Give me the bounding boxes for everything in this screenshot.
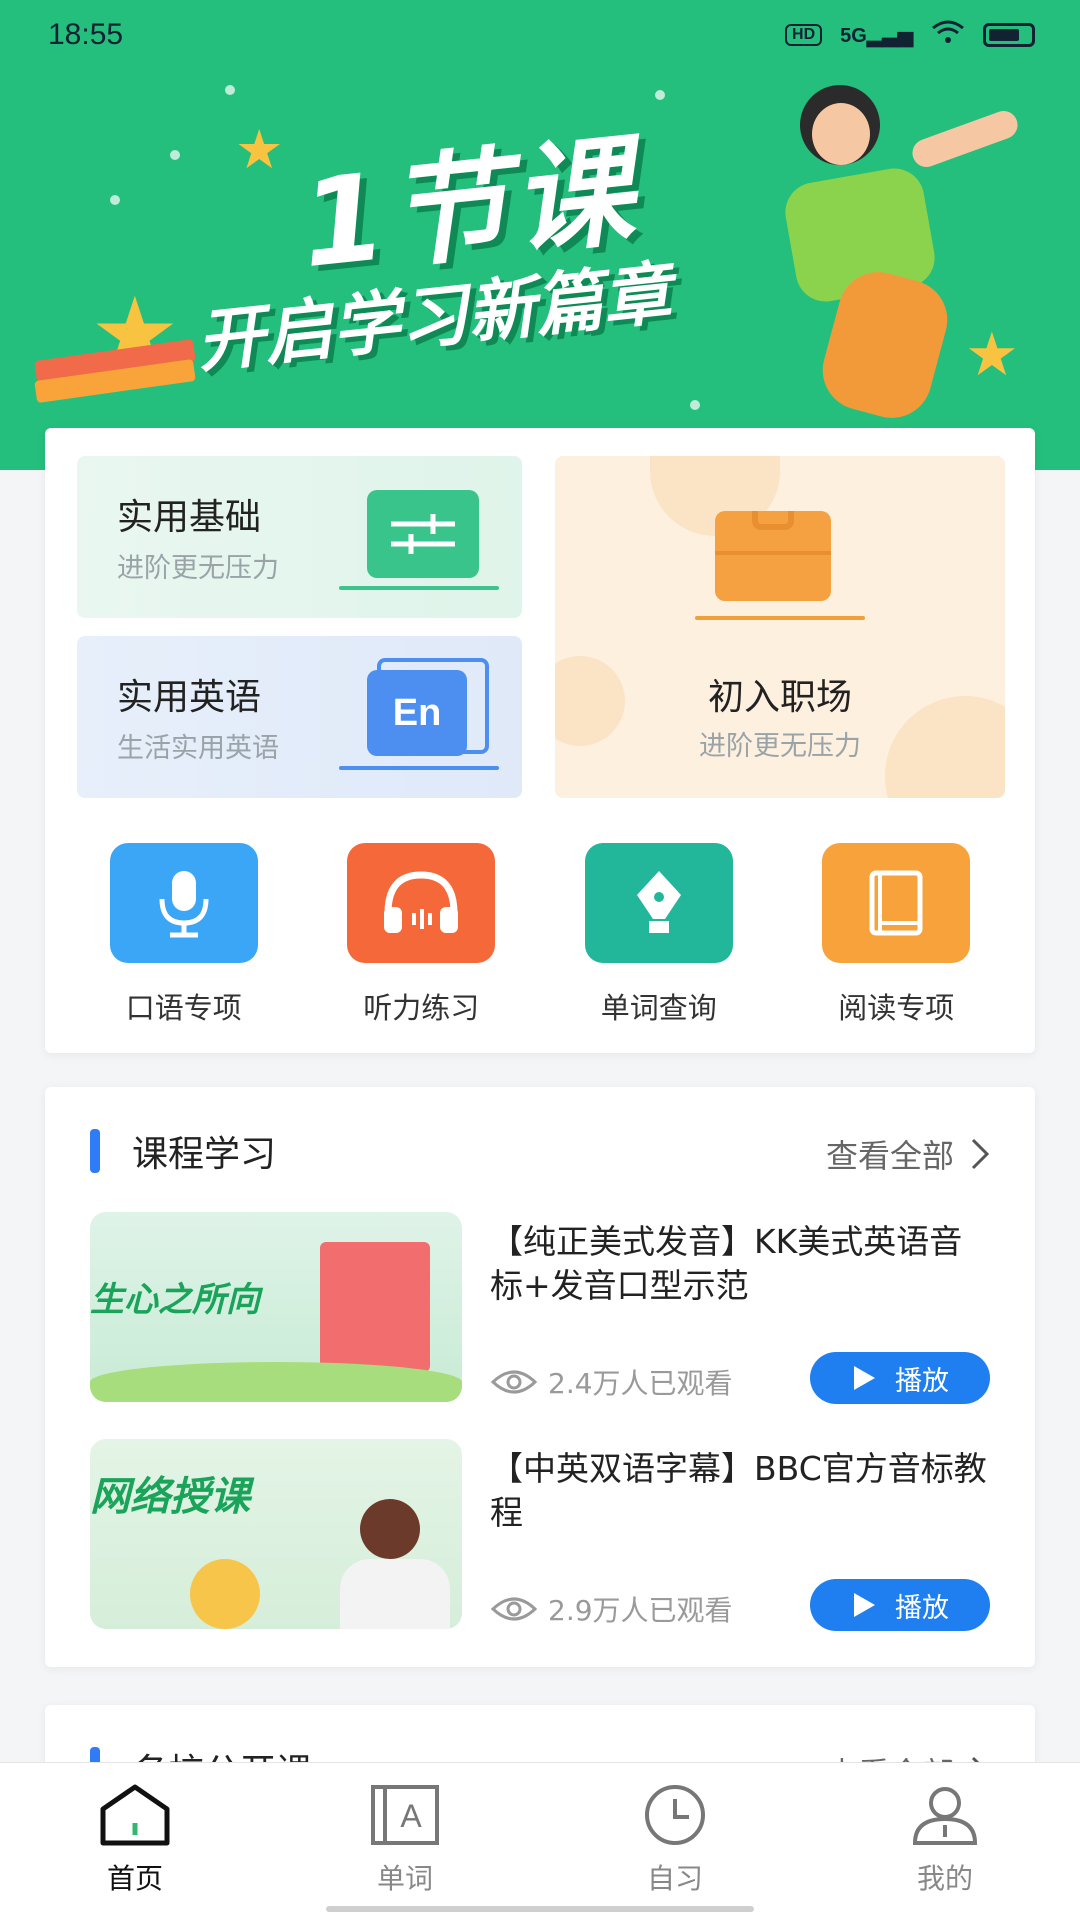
chevron-right-icon <box>971 1138 990 1170</box>
play-icon <box>854 1366 875 1390</box>
briefcase-icon <box>715 511 831 601</box>
feature-listening[interactable]: 听力练习 <box>321 843 521 1027</box>
views-count: 2.4万人已观看 <box>548 1367 733 1400</box>
bottom-nav: 首页 A 单词 自习 我的 <box>0 1762 1080 1920</box>
user-icon <box>912 1787 978 1845</box>
nav-label: 单词 <box>376 1862 433 1895</box>
category-subtitle: 进阶更无压力 <box>699 731 861 762</box>
section-header: 课程学习 <box>90 1125 276 1177</box>
views-count: 2.9万人已观看 <box>548 1594 733 1627</box>
feature-label: 口语专项 <box>125 991 242 1025</box>
books-illustration <box>34 338 196 404</box>
category-title: 初入职场 <box>707 677 852 718</box>
nav-label: 自习 <box>646 1862 703 1895</box>
feature-word-search[interactable]: 单词查询 <box>559 843 759 1027</box>
feature-row: 口语专项 听力练习 单词查询 阅读专项 <box>45 843 1035 1027</box>
home-icon <box>100 1784 170 1846</box>
category-title: 实用基础 <box>117 497 262 538</box>
course-views: 2.9万人已观看 <box>490 1589 733 1629</box>
course-thumbnail: 网络授课 <box>90 1439 462 1629</box>
book-icon <box>822 843 971 963</box>
word-book-icon: A <box>371 1785 439 1845</box>
hd-icon: HD <box>785 24 823 46</box>
status-bar: 18:55 HD 5G▂▃▅ <box>0 0 1080 70</box>
course-title: 【纯正美式发音】KK美式英语音标+发音口型示范 <box>490 1222 963 1305</box>
feature-label: 听力练习 <box>363 991 480 1025</box>
section-title: 课程学习 <box>132 1134 277 1175</box>
feature-speaking[interactable]: 口语专项 <box>84 843 284 1027</box>
home-indicator <box>326 1906 754 1912</box>
play-button[interactable]: 播放 <box>810 1579 990 1631</box>
play-button[interactable]: 播放 <box>810 1352 990 1404</box>
headphones-icon <box>347 843 496 963</box>
category-basic[interactable]: 实用基础 进阶更无压力 <box>77 456 522 618</box>
hero-banner[interactable]: 18:55 HD 5G▂▃▅ ★ ★ ★ 1节课 开启学习新篇章 <box>0 0 1080 470</box>
eye-icon <box>490 1370 538 1394</box>
view-all-label: 查看全部 <box>825 1137 954 1175</box>
course-views: 2.4万人已观看 <box>490 1362 733 1402</box>
clock-icon <box>645 1785 705 1845</box>
status-icons: HD 5G▂▃▅ <box>785 19 1035 51</box>
wifi-icon <box>931 19 965 51</box>
category-english[interactable]: 实用英语 生活实用英语 En <box>77 636 522 798</box>
category-subtitle: 生活实用英语 <box>117 733 279 764</box>
en-icon: En <box>367 670 467 756</box>
student-illustration <box>770 85 1070 427</box>
feature-reading[interactable]: 阅读专项 <box>796 843 996 1027</box>
play-label: 播放 <box>895 1365 949 1397</box>
nav-self-study[interactable]: 自习 <box>575 1783 775 1920</box>
course-section: 课程学习 查看全部 生心之所向 【纯正美式发音】KK美式英语音标+发音口型示范 … <box>45 1087 1035 1667</box>
nav-profile[interactable]: 我的 <box>845 1783 1045 1920</box>
course-item[interactable]: 网络授课 【中英双语字幕】BBC官方音标教程 2.9万人已观看 播放 <box>90 1439 990 1631</box>
nav-words[interactable]: A 单词 <box>305 1783 505 1920</box>
nav-label: 我的 <box>916 1862 973 1895</box>
svg-text:A: A <box>400 1798 422 1834</box>
feature-label: 阅读专项 <box>838 991 955 1025</box>
feature-label: 单词查询 <box>600 991 717 1025</box>
microphone-icon <box>109 843 258 963</box>
star-icon: ★ <box>235 118 284 181</box>
category-career[interactable]: 初入职场 进阶更无压力 <box>555 456 1005 798</box>
nav-home[interactable]: 首页 <box>35 1783 235 1920</box>
category-card: 实用基础 进阶更无压力 实用英语 生活实用英语 En 初入职场 进阶更无压力 口… <box>45 428 1035 1053</box>
nav-label: 首页 <box>106 1862 163 1895</box>
view-all-link[interactable]: 查看全部 <box>826 1131 990 1177</box>
course-title: 【中英双语字幕】BBC官方音标教程 <box>490 1449 987 1532</box>
eye-icon <box>490 1597 538 1621</box>
play-icon <box>854 1593 875 1617</box>
battery-icon <box>983 23 1035 47</box>
status-time: 18:55 <box>48 18 124 51</box>
sliders-icon <box>367 490 479 578</box>
section-accent-bar <box>90 1129 100 1173</box>
pen-nib-icon <box>584 843 733 963</box>
category-subtitle: 进阶更无压力 <box>117 553 279 584</box>
play-label: 播放 <box>895 1592 949 1624</box>
course-item[interactable]: 生心之所向 【纯正美式发音】KK美式英语音标+发音口型示范 2.4万人已观看 播… <box>90 1212 990 1404</box>
course-thumbnail: 生心之所向 <box>90 1212 462 1402</box>
category-title: 实用英语 <box>117 677 262 718</box>
signal-icon: 5G▂▃▅ <box>840 24 913 47</box>
